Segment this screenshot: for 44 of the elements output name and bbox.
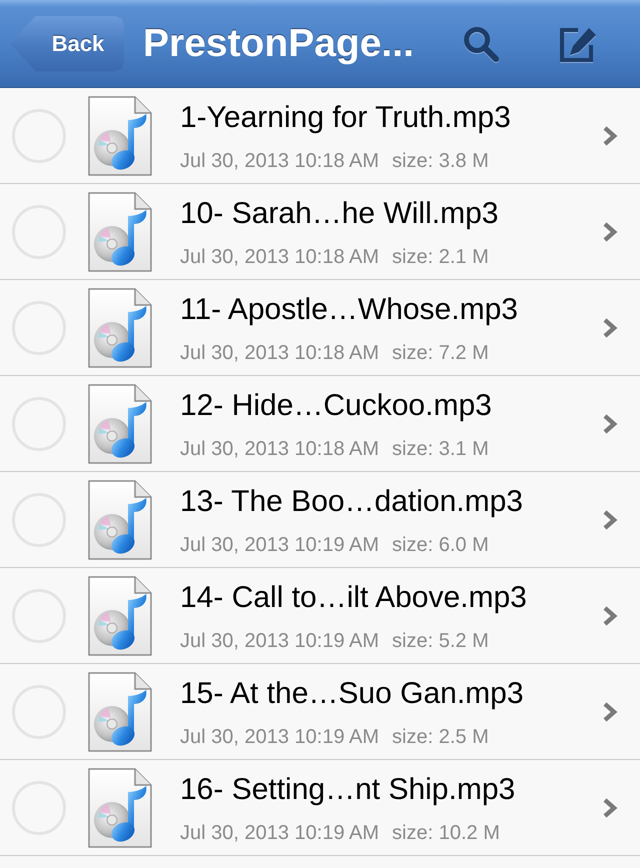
- file-size: size: 2.1 M: [392, 244, 489, 268]
- chevron-icon: [602, 508, 618, 530]
- file-name: 10- Sarah…he Will.mp3: [180, 196, 498, 230]
- chevron-icon: [602, 412, 618, 434]
- file-size: size: 6.0 M: [392, 532, 489, 556]
- music-file-icon: [88, 480, 152, 560]
- music-file-icon: [88, 672, 152, 752]
- search-button[interactable]: [462, 24, 500, 62]
- chevron-icon: [602, 316, 618, 338]
- back-button[interactable]: Back: [10, 16, 124, 72]
- chevron-icon: [602, 700, 618, 722]
- music-file-icon: [88, 288, 152, 368]
- chevron-icon: [602, 220, 618, 242]
- file-name: 15- At the…Suo Gan.mp3: [180, 676, 524, 710]
- file-name: 14- Call to…ilt Above.mp3: [180, 580, 527, 614]
- file-date: Jul 30, 2013 10:19 AM: [180, 628, 380, 652]
- music-file-icon: [88, 96, 152, 176]
- file-date: Jul 30, 2013 10:18 AM: [180, 436, 380, 460]
- file-date: Jul 30, 2013 10:19 AM: [180, 820, 380, 844]
- file-name: 1-Yearning for Truth.mp3: [180, 100, 511, 134]
- chevron-icon: [602, 604, 618, 626]
- chevron-icon: [602, 124, 618, 146]
- chevron-icon: [602, 796, 618, 818]
- file-size: size: 3.8 M: [392, 148, 489, 172]
- file-size: size: 2.5 M: [392, 724, 489, 748]
- file-size: size: 10.2 M: [392, 820, 500, 844]
- music-file-icon: [88, 192, 152, 272]
- file-date: Jul 30, 2013 10:18 AM: [180, 148, 380, 172]
- file-date: Jul 30, 2013 10:19 AM: [180, 724, 380, 748]
- file-name: 16- Setting…nt Ship.mp3: [180, 772, 516, 806]
- music-file-icon: [88, 768, 152, 848]
- file-size: size: 5.2 M: [392, 628, 489, 652]
- file-name: 12- Hide…Cuckoo.mp3: [180, 388, 492, 422]
- file-date: Jul 30, 2013 10:18 AM: [180, 340, 380, 364]
- file-date: Jul 30, 2013 10:18 AM: [180, 244, 380, 268]
- file-date: Jul 30, 2013 10:19 AM: [180, 532, 380, 556]
- music-file-icon: [88, 384, 152, 464]
- file-name: 11- Apostle…Whose.mp3: [180, 292, 518, 326]
- file-name: 13- The Boo…dation.mp3: [180, 484, 523, 518]
- search-icon: [462, 24, 500, 62]
- file-size: size: 3.1 M: [392, 436, 489, 460]
- nav-title: PrestonPage...: [143, 22, 414, 66]
- music-file-icon: [88, 576, 152, 656]
- file-size: size: 7.2 M: [392, 340, 489, 364]
